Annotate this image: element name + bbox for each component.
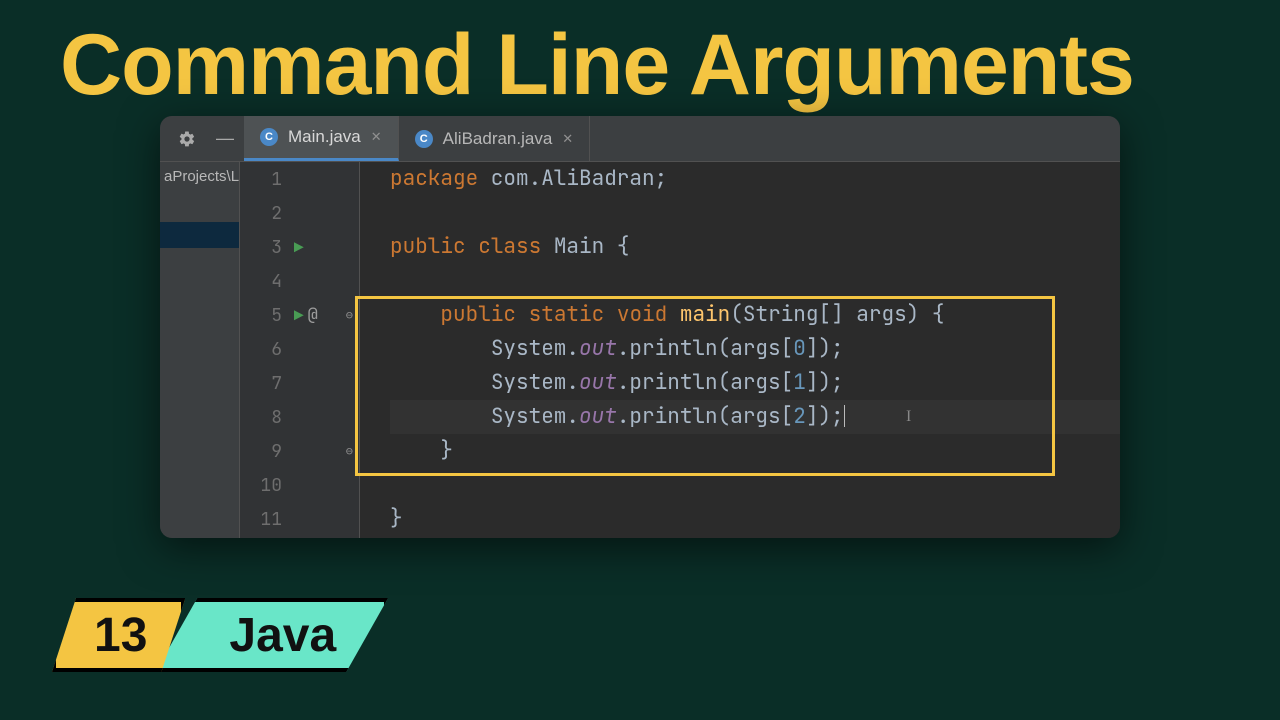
code-line: } — [390, 502, 1120, 536]
close-icon[interactable]: ✕ — [371, 129, 382, 145]
line-number: 6 — [240, 338, 288, 361]
slide-title: Command Line Arguments — [60, 16, 1134, 115]
fold-icon[interactable]: ⊖ — [346, 443, 353, 459]
close-icon[interactable]: ✕ — [562, 131, 573, 147]
code-line: package com.AliBadran; — [390, 162, 1120, 196]
run-icon[interactable]: ▶ — [294, 237, 304, 258]
java-class-icon: C — [415, 130, 433, 148]
collapse-icon[interactable]: — — [206, 116, 244, 161]
code-line: System.out.println(args[2]); — [390, 400, 1120, 434]
line-number: 2 — [240, 202, 288, 225]
code-line: System.out.println(args[1]); — [390, 366, 1120, 400]
code-editor[interactable]: package com.AliBadran; public class Main… — [360, 162, 1120, 538]
code-line: public class Main { — [390, 230, 1120, 264]
code-line — [390, 468, 1120, 502]
editor-gutter: 1 2 3▶ 4 5▶@⊖ 6 7 8 9⊖ 10 11 — [240, 162, 360, 538]
code-line — [390, 264, 1120, 298]
project-sidebar[interactable]: aProjects\Le — [160, 162, 240, 538]
ide-window: aProjects\Le — C Main.java ✕ C AliBadran… — [160, 116, 1120, 538]
line-number: 1 — [240, 168, 288, 191]
code-line: System.out.println(args[0]); — [390, 332, 1120, 366]
editor-tab-bar: — C Main.java ✕ C AliBadran.java ✕ — [160, 116, 1120, 162]
code-line: public static void main(String[] args) { — [390, 298, 1120, 332]
override-icon[interactable]: @ — [308, 304, 318, 326]
text-cursor — [844, 405, 845, 427]
fold-icon[interactable]: ⊖ — [346, 307, 353, 323]
code-line: } — [390, 434, 1120, 468]
line-number: 4 — [240, 270, 288, 293]
line-number: 8 — [240, 406, 288, 429]
line-number: 5 — [240, 304, 288, 327]
line-number: 9 — [240, 440, 288, 463]
tab-label: Main.java — [288, 127, 361, 147]
tab-label: AliBadran.java — [443, 129, 553, 149]
line-number: 3 — [240, 236, 288, 259]
badge-row: 13 Java — [52, 598, 388, 672]
sidebar-selected-row[interactable] — [160, 222, 239, 248]
line-number: 11 — [240, 508, 288, 531]
java-class-icon: C — [260, 128, 278, 146]
tab-main-java[interactable]: C Main.java ✕ — [244, 116, 399, 161]
run-icon[interactable]: ▶ — [294, 305, 304, 326]
line-number: 7 — [240, 372, 288, 395]
tab-alibadran-java[interactable]: C AliBadran.java ✕ — [399, 116, 591, 161]
line-number: 10 — [240, 474, 288, 497]
code-line — [390, 196, 1120, 230]
sidebar-path-fragment: aProjects\Le — [164, 168, 240, 185]
settings-icon[interactable] — [168, 116, 206, 161]
language-badge: Java — [155, 598, 388, 672]
